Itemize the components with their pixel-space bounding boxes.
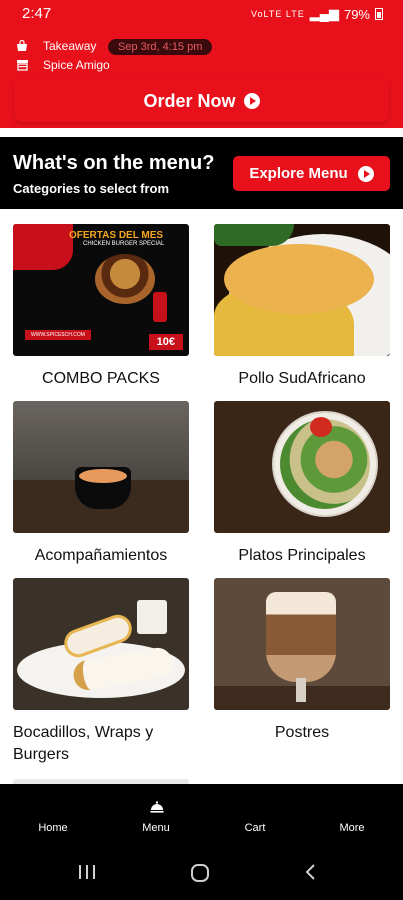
category-label: Platos Principales bbox=[238, 547, 366, 564]
category-label: COMBO PACKS bbox=[42, 370, 160, 387]
shopping-bag-icon bbox=[15, 39, 29, 53]
category-card-pollo[interactable]: Pollo SudAfricano bbox=[214, 224, 390, 390]
nav-more[interactable]: More bbox=[302, 784, 402, 844]
store-icon bbox=[15, 58, 29, 72]
bottom-nav: Home Menu Cart More bbox=[0, 784, 403, 844]
category-image: OFERTAS DEL MES CHICKEN BURGER SPECIAL W… bbox=[13, 224, 189, 356]
arrow-right-icon bbox=[243, 93, 260, 109]
menu-banner-title: What's on the menu? bbox=[13, 152, 215, 174]
order-type-label: Takeaway bbox=[43, 39, 97, 53]
explore-menu-button[interactable]: Explore Menu bbox=[233, 156, 390, 191]
soda-can-image bbox=[153, 292, 167, 322]
category-label: Pollo SudAfricano bbox=[238, 370, 366, 387]
category-card-platos-principales[interactable]: Platos Principales bbox=[214, 401, 390, 567]
home-circle-icon[interactable] bbox=[190, 864, 210, 887]
battery-icon bbox=[375, 8, 383, 20]
nav-cart[interactable]: Cart bbox=[205, 784, 305, 844]
category-label: Postres bbox=[274, 724, 330, 741]
nav-home[interactable]: Home bbox=[3, 784, 103, 844]
category-card-combo-packs[interactable]: OFERTAS DEL MES CHICKEN BURGER SPECIAL W… bbox=[13, 224, 189, 390]
arrow-right-icon bbox=[357, 165, 374, 182]
category-label: Bocadillos, Wraps y Burgers bbox=[13, 724, 154, 763]
category-card-acompanamientos[interactable]: Acompañamientos bbox=[13, 401, 189, 567]
restaurant-row[interactable]: Spice Amigo bbox=[15, 58, 110, 72]
order-type-row[interactable]: Takeaway bbox=[15, 39, 96, 53]
category-image bbox=[214, 224, 390, 356]
cloche-icon bbox=[150, 800, 164, 814]
recent-apps-icon[interactable] bbox=[78, 864, 96, 885]
restaurant-name: Spice Amigo bbox=[43, 58, 110, 72]
battery-level: 79% bbox=[343, 6, 370, 22]
category-image bbox=[13, 578, 189, 710]
logo-badge bbox=[13, 224, 73, 270]
burger-image bbox=[95, 254, 155, 304]
category-card-postres[interactable]: Postres bbox=[214, 578, 390, 744]
category-image bbox=[214, 578, 390, 710]
app-header: 2:47 VoLTE LTE ▂▄▆ 79% Takeaway Sep 3rd,… bbox=[0, 0, 403, 128]
category-image bbox=[214, 401, 390, 533]
status-time: 2:47 bbox=[22, 5, 52, 22]
system-nav-bar bbox=[0, 844, 403, 900]
order-time-pill[interactable]: Sep 3rd, 4:15 pm bbox=[108, 39, 213, 55]
price-tag: 10€ bbox=[148, 334, 183, 350]
category-card-bocadillos[interactable]: Bocadillos, Wraps y Burgers bbox=[13, 578, 189, 766]
network-icon: VoLTE LTE bbox=[251, 9, 305, 19]
menu-banner-subtitle: Categories to select from bbox=[13, 181, 170, 196]
back-icon[interactable] bbox=[305, 864, 317, 885]
signal-icon: ▂▄▆ bbox=[309, 6, 339, 21]
nav-menu[interactable]: Menu bbox=[106, 784, 206, 844]
order-now-button[interactable]: Order Now bbox=[14, 80, 389, 122]
status-bar: 2:47 VoLTE LTE ▂▄▆ 79% bbox=[0, 0, 403, 28]
category-image bbox=[13, 401, 189, 533]
category-label: Acompañamientos bbox=[34, 547, 168, 564]
